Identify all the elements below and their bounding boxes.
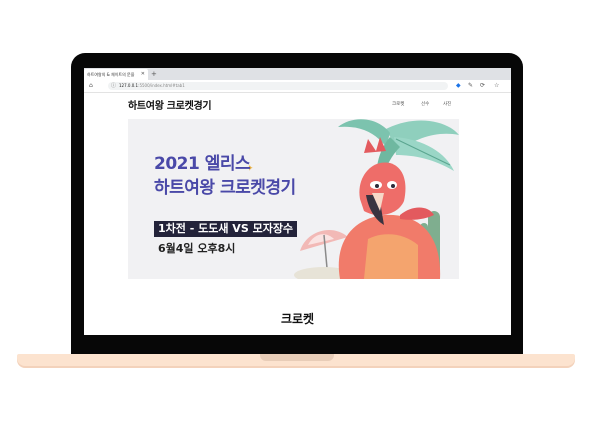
- laptop-screen: 하트여왕의 & 체이트의 문을 ✕ + ⌂ ⓘ 127.0.0.1:5500/i…: [84, 68, 511, 335]
- browser-tab-bar: 하트여왕의 & 체이트의 문을 ✕ +: [84, 68, 511, 80]
- nav-players[interactable]: 선수: [421, 101, 429, 107]
- close-tab-icon[interactable]: ✕: [141, 69, 145, 80]
- browser-toolbar: ⌂ ⓘ 127.0.0.1:5500/index.html#tab1 ◆ ✎ ⟳…: [84, 80, 511, 93]
- url-host: 127.0.0.1: [119, 83, 139, 88]
- new-tab-icon[interactable]: +: [151, 69, 157, 79]
- banner-title-line1: 2021 엘리스: [154, 154, 251, 174]
- address-bar[interactable]: ⓘ 127.0.0.1:5500/index.html#tab1: [108, 82, 448, 90]
- url-path: :5500/index.html#tab1: [138, 83, 185, 88]
- pen-icon[interactable]: ✎: [468, 81, 473, 91]
- site-title[interactable]: 하트여왕 크로켓경기: [128, 97, 212, 112]
- hero-banner: ✦ ✦ 2021 엘리스 하트여왕 크로켓경기 1차전 - 도도새 VS 모자장…: [128, 119, 459, 279]
- url-text: 127.0.0.1:5500/index.html#tab1: [119, 82, 185, 90]
- tag-icon[interactable]: ◆: [456, 81, 461, 91]
- browser-tab-title: 하트여왕의 & 체이트의 문을: [87, 72, 135, 77]
- banner-date: 6월4일 오후8시: [158, 242, 236, 255]
- info-icon[interactable]: ⓘ: [111, 82, 116, 90]
- site-header: 하트여왕 크로켓경기 크로켓 선수 사진: [128, 93, 458, 116]
- browser-tab[interactable]: 하트여왕의 & 체이트의 문을 ✕: [84, 69, 148, 80]
- nav-photos[interactable]: 사진: [443, 101, 451, 107]
- banner-match: 1차전 - 도도새 VS 모자장수: [154, 221, 298, 237]
- banner-title-line2: 하트여왕 크로켓경기: [154, 178, 296, 198]
- home-icon[interactable]: ⌂: [89, 81, 93, 91]
- section-title: 크로켓: [280, 312, 315, 326]
- web-page: 하트여왕 크로켓경기 크로켓 선수 사진 ✦ 2021 엘리스 하트여왕 크로켓…: [84, 93, 511, 335]
- favorite-icon[interactable]: ☆: [494, 81, 499, 91]
- laptop-notch: [260, 354, 334, 361]
- nav-croquet[interactable]: 크로켓: [392, 101, 404, 107]
- sync-icon[interactable]: ⟳: [480, 81, 485, 91]
